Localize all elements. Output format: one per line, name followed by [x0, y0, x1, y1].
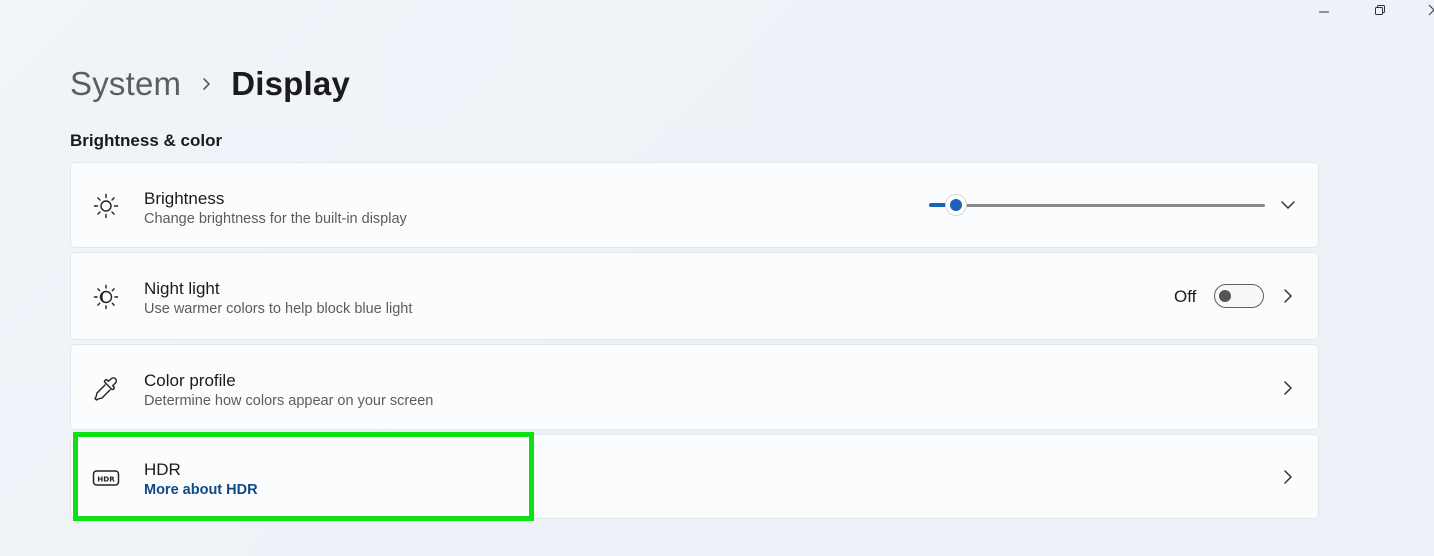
brightness-subtitle: Change brightness for the built-in displ… — [144, 211, 407, 227]
hdr-title: HDR — [144, 460, 181, 479]
minimize-button[interactable] — [1301, 0, 1347, 20]
chevron-right-icon[interactable] — [1280, 380, 1296, 396]
color-profile-card[interactable]: Color profile Determine how colors appea… — [70, 344, 1319, 430]
close-icon — [1428, 4, 1434, 16]
close-button[interactable] — [1411, 0, 1434, 20]
hdr-card[interactable]: HDR HDR More about HDR — [70, 434, 1319, 519]
settings-window: System Display Brightness & color Bright… — [0, 0, 1434, 556]
color-profile-title: Color profile — [144, 371, 236, 390]
eyedropper-icon — [92, 375, 120, 403]
brightness-slider[interactable] — [929, 193, 1265, 217]
restore-button[interactable] — [1357, 0, 1403, 20]
color-profile-subtitle: Determine how colors appear on your scre… — [144, 393, 434, 409]
page-title: Display — [231, 65, 351, 102]
night-light-title: Night light — [144, 279, 220, 298]
more-about-hdr-link[interactable]: More about HDR — [144, 482, 258, 498]
chevron-right-icon[interactable] — [1280, 288, 1296, 304]
breadcrumb-system-link[interactable]: System — [70, 65, 181, 103]
brightness-card[interactable]: Brightness Change brightness for the bui… — [70, 162, 1319, 248]
sun-icon — [92, 192, 120, 220]
chevron-right-icon — [201, 77, 213, 91]
chevron-right-icon[interactable] — [1280, 469, 1296, 485]
chevron-down-icon[interactable] — [1280, 197, 1296, 213]
slider-thumb[interactable] — [945, 194, 967, 216]
brightness-title: Brightness — [144, 189, 225, 208]
svg-text:HDR: HDR — [97, 474, 115, 483]
hdr-icon: HDR — [92, 464, 120, 492]
breadcrumb: System Display — [70, 62, 350, 106]
section-title: Brightness & color — [70, 131, 223, 150]
slider-track — [929, 204, 1265, 207]
night-light-toggle[interactable] — [1214, 284, 1264, 308]
night-light-icon — [92, 283, 120, 311]
night-light-subtitle: Use warmer colors to help block blue lig… — [144, 301, 413, 317]
night-light-state-label: Off — [1174, 287, 1197, 306]
restore-icon — [1375, 5, 1385, 15]
night-light-card[interactable]: Night light Use warmer colors to help bl… — [70, 252, 1319, 340]
minimize-icon — [1319, 11, 1329, 13]
toggle-knob — [1219, 290, 1231, 302]
